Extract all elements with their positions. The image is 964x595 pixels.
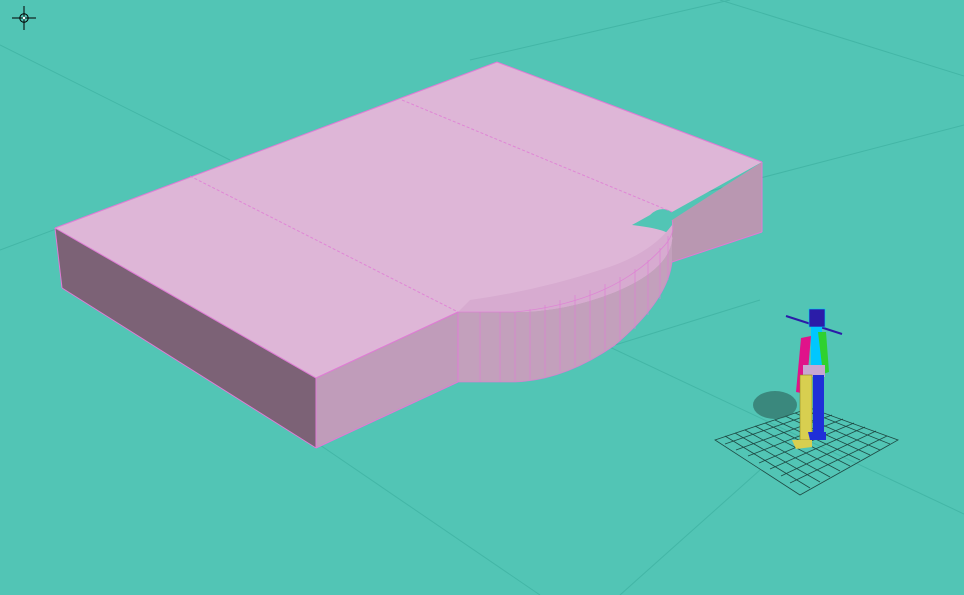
3d-viewport[interactable] — [0, 0, 964, 595]
character-left-leg[interactable] — [799, 374, 813, 441]
viewport-scene[interactable] — [0, 0, 964, 595]
character-right-foot[interactable] — [808, 432, 826, 440]
character-right-leg[interactable] — [813, 375, 824, 437]
character-head[interactable] — [808, 308, 826, 328]
character-shadow — [753, 391, 797, 419]
crosshair-icon[interactable] — [12, 6, 36, 30]
